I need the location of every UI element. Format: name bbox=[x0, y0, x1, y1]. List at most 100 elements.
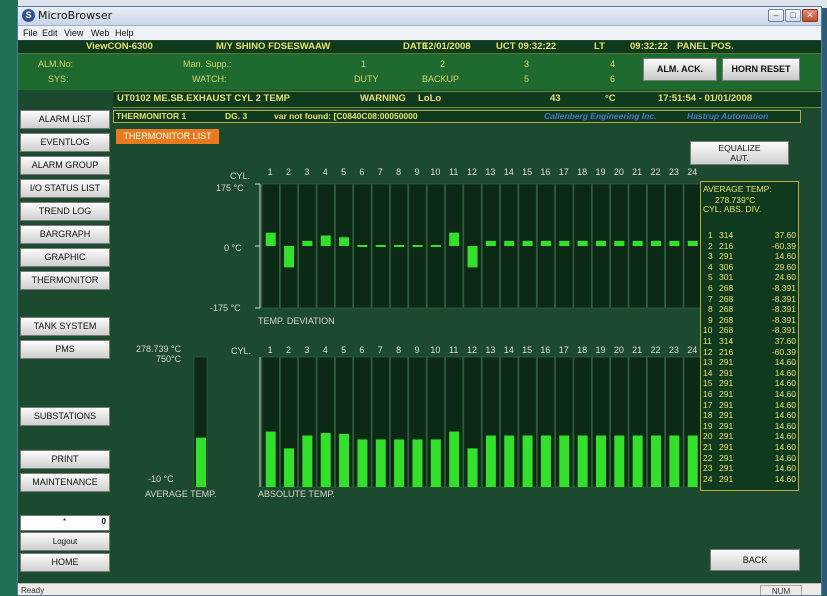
abs-axis-prefix: CYL. bbox=[231, 346, 252, 356]
dev-bar bbox=[339, 237, 350, 246]
table-abs: 291 bbox=[719, 473, 734, 484]
dev-cyl-label: 3 bbox=[304, 167, 309, 177]
dev-cyl-label: 22 bbox=[651, 167, 661, 177]
menu-view[interactable]: View bbox=[64, 28, 83, 38]
abs-slot bbox=[390, 356, 409, 488]
table-div: 14.60 bbox=[774, 442, 796, 452]
nav-alarm-group[interactable]: ALARM GROUP bbox=[20, 156, 110, 175]
dev-cyl-label: 20 bbox=[614, 167, 624, 177]
dev-slot bbox=[261, 183, 280, 309]
abs-bar bbox=[577, 435, 588, 487]
table-div: 14.60 bbox=[774, 473, 796, 484]
table-cyl: 22 bbox=[703, 452, 713, 463]
abs-bar bbox=[614, 435, 625, 487]
table-div: -8.391 bbox=[771, 325, 796, 336]
nav-eventlog[interactable]: EVENTLOG bbox=[20, 133, 110, 152]
home-button[interactable]: HOME bbox=[20, 553, 110, 572]
maximize-button[interactable]: □ bbox=[785, 9, 801, 22]
dev-slot bbox=[555, 183, 574, 309]
alarm-unit: °C bbox=[605, 93, 616, 104]
num-lock-indicator: NUM bbox=[760, 585, 802, 595]
avg-ytick-min: -10 °C bbox=[148, 474, 174, 484]
duty-label: DUTY bbox=[354, 74, 379, 84]
nav-maintenance[interactable]: MAINTENANCE bbox=[20, 473, 110, 492]
nav-tank-system[interactable]: TANK SYSTEM bbox=[20, 317, 110, 336]
abs-cyl-label: 15 bbox=[522, 345, 532, 355]
dev-cyl-label: 17 bbox=[559, 167, 569, 177]
alarm-ack-button[interactable]: ALM. ACK. bbox=[643, 58, 717, 81]
abs-slot bbox=[500, 356, 519, 488]
abs-slot bbox=[463, 356, 482, 488]
header-bar: ViewCON-6300 M/Y SHINO FDSESWAAW DATE 12… bbox=[18, 41, 821, 54]
menu-file[interactable]: File bbox=[23, 28, 38, 38]
table-abs: 268 bbox=[719, 283, 734, 293]
table-cyl: 19 bbox=[703, 420, 713, 431]
dev-cyl-label: 7 bbox=[378, 167, 383, 177]
table-div: -8.391 bbox=[771, 293, 796, 304]
table-cyl: 23 bbox=[703, 463, 713, 474]
nav-graphic[interactable]: GRAPHIC bbox=[20, 248, 110, 267]
minimize-button[interactable]: – bbox=[768, 9, 784, 22]
dev-slot bbox=[390, 183, 409, 309]
abs-slot bbox=[426, 356, 445, 488]
password-field[interactable]: * 0 bbox=[20, 515, 110, 531]
nav-substations[interactable]: SUBSTATIONS bbox=[20, 407, 110, 426]
abs-bar bbox=[559, 435, 570, 487]
menu-bar: File Edit View Web Help bbox=[18, 26, 821, 40]
logout-button[interactable]: Logout bbox=[20, 532, 110, 551]
tab-thermonitor-list[interactable]: THERMONITOR LIST bbox=[116, 129, 219, 144]
abs-bar bbox=[394, 439, 405, 487]
dev-slot bbox=[518, 183, 537, 309]
nav-thermonitor[interactable]: THERMONITOR bbox=[20, 271, 110, 290]
alarm-tag: UT0102 ME.SB.EXHAUST CYL 2 TEMP bbox=[117, 93, 290, 104]
dev-slot bbox=[316, 183, 335, 309]
abs-slot bbox=[481, 356, 500, 488]
abs-cyl-label: 16 bbox=[540, 345, 550, 355]
table-div: 14.60 bbox=[774, 378, 796, 389]
abs-cyl-label: 7 bbox=[378, 345, 383, 355]
nav-print[interactable]: PRINT bbox=[20, 450, 110, 469]
alarm-value: 43 bbox=[550, 93, 561, 104]
brand-callenberg: Callenberg Engineering Inc. bbox=[544, 111, 657, 121]
nav-alarm-list[interactable]: ALARM LIST bbox=[20, 110, 110, 129]
menu-help[interactable]: Help bbox=[115, 28, 134, 38]
table-div: 14.60 bbox=[774, 452, 796, 463]
menu-web[interactable]: Web bbox=[91, 28, 109, 38]
status-text: Ready bbox=[21, 586, 45, 595]
abs-slot bbox=[647, 356, 665, 488]
dev-slot bbox=[463, 183, 482, 309]
abs-slot bbox=[518, 356, 537, 488]
table-abs: 291 bbox=[719, 452, 734, 463]
horn-reset-button[interactable]: HORN RESET bbox=[722, 58, 800, 81]
nav-bargraph[interactable]: BARGRAPH bbox=[20, 225, 110, 244]
dev-axis-prefix: CYL. bbox=[230, 171, 251, 181]
table-div: 37.60 bbox=[774, 230, 796, 240]
dev-bar bbox=[449, 232, 460, 246]
abs-cyl-label: 21 bbox=[632, 345, 642, 355]
nav-pms[interactable]: PMS bbox=[20, 340, 110, 359]
dev-bar bbox=[669, 240, 680, 246]
dev-slot bbox=[426, 183, 445, 309]
nav-io-status-list[interactable]: I/O STATUS LIST bbox=[20, 179, 110, 198]
table-cyl: 24 bbox=[703, 473, 713, 484]
dev-bar bbox=[632, 240, 643, 246]
abs-bar bbox=[265, 431, 276, 487]
table-cyl: 5 bbox=[708, 272, 713, 283]
table-cyl: 20 bbox=[703, 431, 713, 442]
status-bar: Ready NUM bbox=[18, 583, 821, 595]
menu-edit[interactable]: Edit bbox=[42, 28, 58, 38]
equalize-button[interactable]: EQUALIZE AUT. bbox=[690, 141, 789, 165]
active-alarm-bar[interactable]: UT0102 ME.SB.EXHAUST CYL 2 TEMP WARNING … bbox=[113, 91, 821, 108]
table-abs: 291 bbox=[719, 367, 734, 378]
abs-bar bbox=[284, 448, 295, 487]
backup-label: BACKUP bbox=[422, 74, 460, 84]
panel-pos: PANEL POS. bbox=[677, 41, 734, 52]
station-6: 6 bbox=[610, 74, 616, 84]
close-button[interactable]: ✕ bbox=[802, 9, 818, 22]
abs-bar bbox=[302, 435, 313, 487]
back-button[interactable]: BACK bbox=[710, 549, 800, 571]
dev-slot bbox=[353, 183, 372, 309]
nav-trend-log[interactable]: TREND LOG bbox=[20, 202, 110, 221]
browser-window: S MicroBrowser – □ ✕ File Edit View Web … bbox=[17, 6, 822, 596]
dev-slot bbox=[536, 183, 555, 309]
